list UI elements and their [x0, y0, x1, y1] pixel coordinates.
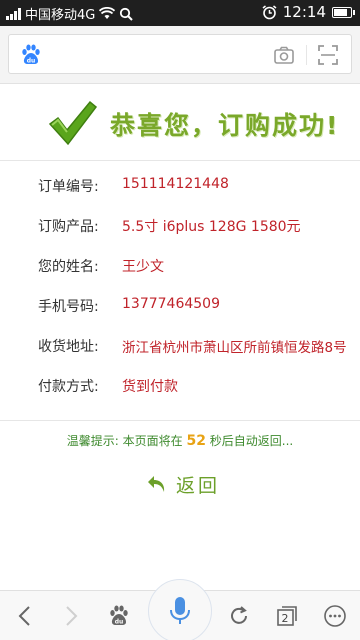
- svg-text:du: du: [115, 619, 124, 626]
- bottom-nav: du 2: [0, 579, 360, 640]
- voice-search-button[interactable]: [148, 579, 212, 640]
- search-input[interactable]: du: [8, 34, 352, 74]
- search-icon: [120, 7, 134, 21]
- success-title: 恭喜您，订购成功!: [110, 111, 340, 140]
- countdown-notice: 温馨提示: 本页面将在 52 秒后自动返回...: [0, 432, 360, 449]
- chevron-right-icon: [66, 606, 78, 626]
- baidu-home-button[interactable]: du: [104, 601, 134, 631]
- status-left: 中国移动4G: [6, 4, 134, 23]
- order-label: 手机号码:: [38, 299, 99, 315]
- order-value: 货到付款: [122, 379, 178, 395]
- order-label: 付款方式:: [38, 379, 99, 395]
- carrier-label: 中国移动4G: [25, 8, 96, 23]
- search-divider: [306, 45, 307, 65]
- tabs-button[interactable]: 2: [272, 601, 302, 631]
- back-button[interactable]: [10, 601, 40, 631]
- order-label: 订购产品:: [38, 219, 99, 235]
- order-value: 13777464509: [122, 296, 220, 312]
- alarm-icon: [262, 4, 277, 19]
- countdown-seconds: 52: [186, 433, 206, 449]
- order-value: 浙江省杭州市萧山区所前镇恒发路8号: [122, 340, 347, 356]
- wifi-icon: [99, 7, 116, 19]
- divider-bottom: [0, 420, 360, 421]
- signal-icon: [6, 7, 21, 20]
- notice-suffix: 秒后自动返回...: [205, 434, 294, 448]
- order-value: 151114121448: [122, 176, 229, 192]
- back-arrow-icon: [148, 476, 165, 492]
- refresh-button[interactable]: [224, 601, 254, 631]
- chevron-left-icon: [18, 606, 30, 626]
- checkmark-icon: [48, 100, 98, 146]
- menu-button[interactable]: [320, 601, 350, 631]
- order-label: 您的姓名:: [38, 259, 99, 275]
- clock: 12:14: [282, 3, 326, 21]
- scan-icon[interactable]: [317, 44, 339, 66]
- divider-top: [0, 160, 360, 161]
- back-label: 返回: [176, 474, 221, 497]
- order-value: 王少文: [122, 259, 164, 275]
- status-right: 12:14: [262, 3, 355, 21]
- more-icon: [324, 605, 346, 627]
- order-label: 收货地址:: [38, 339, 99, 355]
- battery-icon: [332, 6, 355, 18]
- status-bar: 中国移动4G 12:14: [0, 0, 360, 26]
- svg-text:du: du: [27, 58, 36, 65]
- refresh-icon: [231, 606, 247, 624]
- baidu-logo-icon[interactable]: du: [19, 43, 43, 67]
- forward-button[interactable]: [56, 601, 86, 631]
- order-label: 订单编号:: [38, 179, 99, 195]
- tab-count: 2: [281, 611, 289, 625]
- success-header: 恭喜您，订购成功!: [0, 90, 360, 156]
- microphone-icon: [170, 597, 190, 624]
- back-link[interactable]: 返回: [146, 470, 220, 498]
- baidu-paw-icon: du: [110, 605, 128, 626]
- notice-prefix: 温馨提示: 本页面将在: [66, 434, 187, 448]
- order-value: 5.5寸 i6plus 128G 1580元: [122, 219, 301, 235]
- search-bar: du: [0, 26, 360, 84]
- camera-icon[interactable]: [273, 44, 295, 66]
